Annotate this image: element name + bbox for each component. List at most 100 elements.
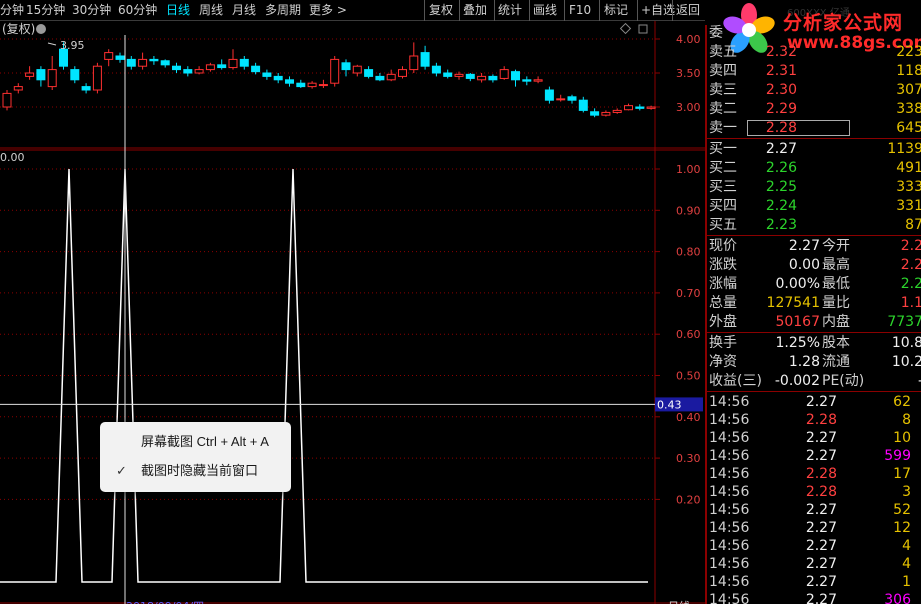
kline-candle (285, 79, 294, 84)
tick-row: 14:56 2.27 306 (707, 591, 921, 604)
tick-volume: 10 (893, 430, 911, 446)
ask-volume: 338 (896, 101, 921, 117)
kline-candle (13, 86, 23, 91)
ask-label: 卖二 (709, 101, 737, 117)
stat-label: 收益(三) (709, 373, 762, 389)
btn-back[interactable]: 返回 (676, 2, 700, 19)
toolbar-divider (459, 0, 460, 21)
kline-candle (533, 79, 543, 82)
tab-1min[interactable]: 分钟 (0, 2, 24, 19)
kline-candle (92, 65, 102, 91)
tab-weekly[interactable]: 周线 (199, 2, 223, 19)
tick-time: 14:56 (709, 448, 750, 464)
bid-label: 买四 (709, 198, 737, 214)
tick-price: 2.27 (805, 574, 837, 590)
panel-separator (707, 391, 921, 392)
kline-axis-label: 3.00 (676, 101, 701, 114)
kline-candle (601, 111, 611, 116)
stat-row: 外盘 50167 内盘 7737 (707, 313, 921, 332)
tick-row: 14:56 2.28 8 (707, 411, 921, 430)
kline-candle (149, 58, 159, 62)
kline-candle (499, 69, 509, 79)
kline-candle (2, 92, 12, 108)
btn-f10[interactable]: F10 (569, 2, 591, 19)
btn-stats[interactable]: 统计 (498, 2, 522, 19)
ask-label: 卖五 (709, 44, 737, 60)
indicator-axis-label: 0.90 (676, 204, 701, 217)
tick-row: 14:56 2.27 4 (707, 555, 921, 574)
kline-title: (复权) (2, 22, 35, 36)
stat-label-2: 量比 (822, 295, 850, 311)
checkmark-icon: ✓ (116, 463, 127, 478)
tab-15min[interactable]: 15分钟 (26, 2, 65, 19)
ask-label: 卖四 (709, 63, 737, 79)
chart-area[interactable]: 4.00 3.50 3.00 (复权) 3.95 0.00 1.00 0.90 0.80 0.70… (0, 21, 705, 604)
kline-candle (624, 105, 633, 111)
stat-row: 换手 1.25% 股本 10.8 (707, 334, 921, 353)
tab-60min[interactable]: 60分钟 (118, 2, 157, 19)
bid-label: 买三 (709, 179, 737, 195)
menu-item-hide-window[interactable]: ✓ 截图时隐藏当前窗口 (100, 457, 291, 485)
chart-canvas[interactable]: 4.00 3.50 3.00 (复权) 3.95 0.00 1.00 0.90 0.80 0.70… (0, 21, 705, 604)
period-toolbar: 分钟 15分钟 30分钟 60分钟 日线 周线 月线 多周期 更多 > 复权 叠加 统计 画线 F10 标记… (0, 0, 705, 21)
cursor-value-label: 0.43 (657, 398, 682, 411)
ask-price: 2.30 (765, 82, 797, 98)
stat-label-2: 最高 (822, 257, 850, 273)
tick-row: 14:56 2.27 52 (707, 501, 921, 520)
indicator-axis-label: 0.50 (676, 370, 701, 383)
stat-label-2: 流通 (822, 354, 850, 370)
tick-row: 14:56 2.27 10 (707, 429, 921, 448)
bid-row: 买四 2.24 331 (707, 197, 921, 216)
toolbar-divider (424, 0, 425, 21)
kline-candle (522, 79, 532, 82)
btn-overlay[interactable]: 叠加 (463, 2, 487, 19)
kline-candle (556, 98, 566, 101)
stat-label: 总量 (709, 295, 737, 311)
tab-multi-period[interactable]: 多周期 (265, 2, 301, 19)
tab-daily[interactable]: 日线 (166, 2, 190, 19)
tab-monthly[interactable]: 月线 (232, 2, 256, 19)
kline-candle (477, 75, 487, 81)
kline-axis-label: 4.00 (676, 33, 701, 46)
bid-label: 买五 (709, 217, 737, 233)
btn-draw[interactable]: 画线 (533, 2, 557, 19)
indicator-axis-label: 0.60 (676, 328, 701, 341)
indicator-axis-label: 0.30 (676, 452, 701, 465)
stat-value-2: 10.2 (891, 354, 921, 370)
kline-candle (567, 96, 577, 101)
kline-candle (183, 69, 193, 74)
indicator-top-label: 0.00 (0, 151, 25, 164)
tick-volume: 52 (893, 502, 911, 518)
ask-volume: 645 (896, 120, 921, 136)
kline-candle (160, 60, 170, 66)
kline-candle (273, 75, 283, 81)
kline-candle (251, 65, 261, 73)
tab-30min[interactable]: 30分钟 (72, 2, 111, 19)
ask-label: 卖一 (709, 120, 737, 136)
kline-max-label: 3.95 (60, 39, 85, 52)
tab-more[interactable]: 更多 > (309, 2, 347, 19)
ask-volume: 307 (896, 82, 921, 98)
tick-volume: 4 (902, 556, 911, 572)
tick-volume: 3 (902, 484, 911, 500)
ask-label: 委 (709, 25, 723, 41)
selected-price-box (747, 120, 850, 136)
menu-item-screenshot[interactable]: 屏幕截图 Ctrl + Alt + A (100, 428, 291, 456)
btn-add-watch[interactable]: +自选 (641, 2, 675, 19)
kline-candle (318, 84, 328, 87)
tick-price: 2.27 (805, 592, 837, 604)
tick-price: 2.27 (805, 538, 837, 554)
stat-label: 涨跌 (709, 257, 737, 273)
menu-item-screenshot-label: 屏幕截图 Ctrl + Alt + A (141, 434, 269, 449)
kline-candle (409, 55, 419, 71)
stat-row: 涨跌 0.00 最高 2.2 (707, 256, 921, 275)
btn-mark[interactable]: 标记 (604, 2, 628, 19)
btn-adjust[interactable]: 复权 (429, 2, 453, 19)
tick-volume: 8 (902, 412, 911, 428)
bid-label: 买一 (709, 141, 737, 157)
ask-label: 卖三 (709, 82, 737, 98)
kline-candle (239, 58, 249, 67)
stat-value: -0.002 (774, 373, 820, 389)
ask-price: 2.32 (765, 44, 797, 60)
kline-candle (431, 65, 441, 74)
